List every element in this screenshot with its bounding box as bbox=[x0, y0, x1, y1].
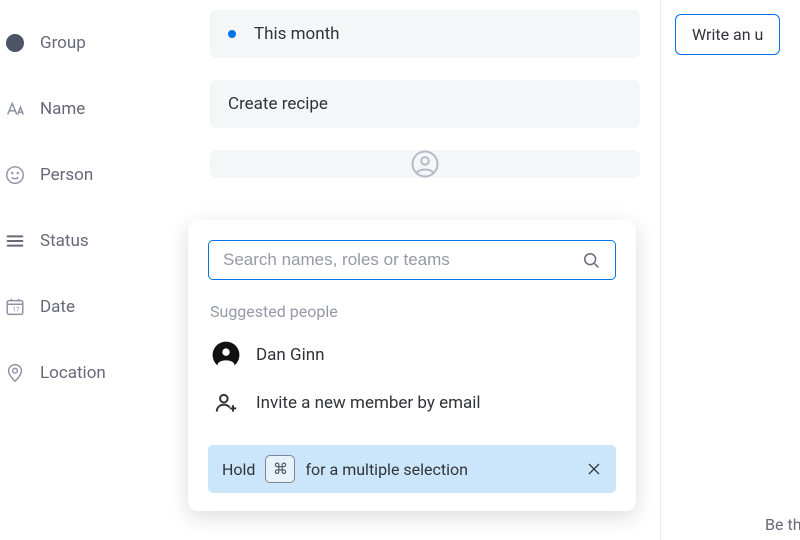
sidebar-item-location[interactable]: Location bbox=[0, 340, 180, 406]
person-placeholder-icon bbox=[410, 149, 440, 179]
suggested-person-row[interactable]: Dan Ginn bbox=[208, 331, 616, 379]
location-pin-icon bbox=[4, 362, 26, 384]
sidebar-item-label: Name bbox=[40, 99, 85, 119]
calendar-icon: 17 bbox=[4, 296, 26, 318]
list-icon bbox=[4, 230, 26, 252]
sidebar-item-group[interactable]: Group bbox=[0, 10, 180, 76]
name-value-text: Create recipe bbox=[228, 94, 328, 114]
group-value-card[interactable]: This month bbox=[210, 10, 640, 58]
group-color-dot-icon bbox=[228, 30, 236, 38]
group-value-text: This month bbox=[254, 24, 340, 44]
person-smile-icon bbox=[4, 164, 26, 186]
person-value-card[interactable] bbox=[210, 150, 640, 178]
sidebar-item-label: Status bbox=[40, 231, 89, 251]
main-column: This month Create recipe bbox=[210, 0, 640, 178]
invite-label: Invite a new member by email bbox=[256, 393, 481, 413]
tip-close-button[interactable] bbox=[586, 461, 602, 477]
svg-text:17: 17 bbox=[12, 306, 20, 314]
sidebar-item-name[interactable]: Name bbox=[0, 76, 180, 142]
invite-by-email-row[interactable]: Invite a new member by email bbox=[208, 379, 616, 427]
multi-select-tip: Hold ⌘ for a multiple selection bbox=[208, 445, 616, 493]
search-field-wrap[interactable] bbox=[208, 240, 616, 280]
sidebar-item-label: Group bbox=[40, 33, 86, 53]
tip-text-suffix: for a multiple selection bbox=[305, 460, 468, 479]
tip-text-prefix: Hold bbox=[222, 460, 255, 479]
sidebar-item-label: Date bbox=[40, 297, 75, 317]
person-name: Dan Ginn bbox=[256, 345, 325, 365]
person-picker-popover: Suggested people Dan Ginn Invite a new m… bbox=[188, 220, 636, 511]
sidebar-item-status[interactable]: Status bbox=[0, 208, 180, 274]
text-icon bbox=[4, 98, 26, 120]
group-dot-icon bbox=[4, 32, 26, 54]
sidebar-item-date[interactable]: 17 Date bbox=[0, 274, 180, 340]
sidebar-item-label: Location bbox=[40, 363, 106, 383]
name-value-card[interactable]: Create recipe bbox=[210, 80, 640, 128]
sidebar-item-label: Person bbox=[40, 165, 93, 185]
search-icon bbox=[581, 250, 601, 270]
right-panel: Write an u bbox=[660, 0, 800, 540]
cmd-key-icon: ⌘ bbox=[265, 455, 295, 483]
write-update-chip[interactable]: Write an u bbox=[675, 14, 780, 55]
search-input[interactable] bbox=[223, 250, 571, 270]
suggested-people-label: Suggested people bbox=[210, 302, 616, 321]
person-add-icon bbox=[212, 389, 240, 417]
sidebar-item-person[interactable]: Person bbox=[0, 142, 180, 208]
avatar-icon bbox=[212, 341, 240, 369]
be-the-first-text: Be the bbox=[765, 515, 800, 534]
sidebar: Group Name Person bbox=[0, 0, 180, 406]
